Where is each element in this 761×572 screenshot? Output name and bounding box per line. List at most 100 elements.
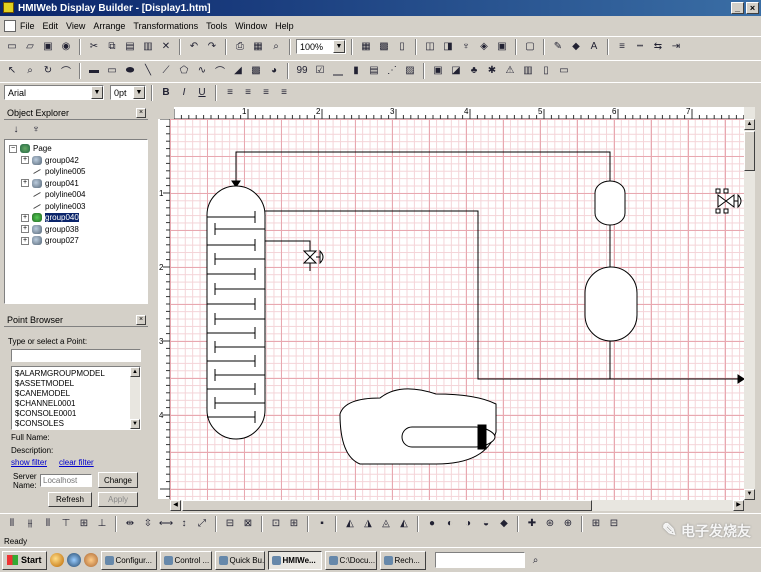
undo-icon[interactable]: ↶ [186,39,202,55]
checkbox-tool-icon[interactable]: ☑ [312,63,328,79]
align-bottoms-icon[interactable]: ⊥ [94,516,110,532]
pie-tool-icon[interactable]: ◢ [230,63,246,79]
align-center-icon[interactable]: ≡ [240,85,256,101]
zoom-select[interactable]: 100% ▼ [296,39,346,54]
taskbar-task[interactable]: Rech... [379,550,426,570]
tree-root-page[interactable]: − Page [9,143,147,155]
arc-tool-icon[interactable]: ⌒ [212,63,228,79]
node-edit-icon[interactable]: ⌒ [58,63,74,79]
document-icon[interactable] [4,19,16,32]
break-icon[interactable]: ◒ [478,516,494,532]
tree-item-group042[interactable]: + group042 [21,155,147,167]
dynamic-icon[interactable]: ⊛ [542,516,558,532]
layout2-icon[interactable]: ⊟ [606,516,622,532]
menu-transformations[interactable]: Transformations [133,21,198,31]
menu-file[interactable]: File [20,21,35,31]
expand-icon[interactable]: + [21,236,29,245]
paste-icon[interactable]: ▤ [122,39,138,55]
ungroup-icon[interactable]: ◐ [442,516,458,532]
italic-button[interactable]: I [176,85,192,101]
tree-item-polyline004[interactable]: polyline004 [21,189,147,201]
point-list-item[interactable]: $CHANNEL0001 [15,399,140,409]
side-draw-pipe[interactable] [265,240,311,257]
collapse-icon[interactable]: − [9,144,17,153]
taskbar-task[interactable]: Configur... [100,550,157,570]
center-vert-icon[interactable]: ⊠ [240,516,256,532]
new-icon[interactable]: ▭ [4,39,20,55]
alarm-icon[interactable]: ✱ [484,63,500,79]
scrollbar-tool-icon[interactable]: ⎽ [330,63,346,79]
paste-special-icon[interactable]: ▥ [140,39,156,55]
taskbar-task[interactable]: HMIWe... [267,550,322,570]
curve-tool-icon[interactable]: ∿ [194,63,210,79]
canvas-vertical-scrollbar[interactable]: ▲ ▼ [744,107,755,500]
object-explorer-icon[interactable]: ♆ [458,39,474,55]
arrow-end-icon[interactable]: ⇥ [668,39,684,55]
minimize-button[interactable]: _ [731,2,744,14]
scroll-up-icon[interactable]: ▲ [744,119,755,130]
apply-button[interactable]: Apply [98,492,138,507]
align-centers-icon[interactable]: ⫵ [22,516,38,532]
overhead-pipe[interactable] [265,210,744,380]
properties-icon[interactable]: ◫ [422,39,438,55]
filter-icon[interactable]: ♆ [28,121,44,137]
menu-arrange[interactable]: Arrange [93,21,125,31]
print-preview-icon[interactable]: ▦ [250,39,266,55]
print-icon[interactable]: ⎙ [232,39,248,55]
tree-item-polyline003[interactable]: polyline003 [21,201,147,213]
same-size-icon[interactable]: ⤢ [194,516,210,532]
menu-tools[interactable]: Tools [206,21,227,31]
scroll-down-icon[interactable]: ▼ [130,419,140,429]
point-list-item[interactable]: $CONSOLES [15,419,140,429]
point-list-item[interactable]: $ASSETMODEL [15,379,140,389]
server-name-input[interactable] [40,474,92,487]
trend-tool-icon[interactable]: ⋰ [384,63,400,79]
expand-icon[interactable]: + [21,179,29,188]
close-icon[interactable]: × [136,314,146,325]
point-input[interactable] [11,349,141,362]
order-front-icon[interactable]: ⊡ [268,516,284,532]
sort-icon[interactable]: ↓ [8,121,24,137]
dynamic-shape-icon[interactable]: ♣ [466,63,482,79]
zoom-icon[interactable]: ⌕ [268,39,284,55]
scroll-thumb[interactable] [744,131,755,171]
event-icon[interactable]: ⚠ [502,63,518,79]
space-horiz-icon[interactable]: ⇹ [122,516,138,532]
align-tops-icon[interactable]: ⊤ [58,516,74,532]
point-list-item[interactable]: $ALARMGROUPMODEL [15,369,140,379]
change-button[interactable]: Change [98,472,138,488]
control-valve[interactable] [302,249,324,271]
justify-icon[interactable]: ≡ [276,85,292,101]
scroll-down-icon[interactable]: ▼ [744,489,755,500]
ellipse-tool-icon[interactable]: ⬬ [122,63,138,79]
image-tool-icon[interactable]: ▩ [248,63,264,79]
cut-icon[interactable]: ✂ [86,39,102,55]
text-color-icon[interactable]: A [586,39,602,55]
publish-icon[interactable]: ◉ [58,39,74,55]
tree-item-group041[interactable]: + group041 [21,178,147,190]
separator-vessel[interactable] [584,266,638,342]
same-width-icon[interactable]: ⟷ [158,516,174,532]
indicator-icon[interactable]: ▮ [348,63,364,79]
layout-icon[interactable]: ⊞ [588,516,604,532]
font-select[interactable]: Arial ▼ [4,85,104,100]
scroll-right-icon[interactable]: ▶ [733,500,744,511]
fill-color-icon[interactable]: ◆ [568,39,584,55]
center-horiz-icon[interactable]: ⊟ [222,516,238,532]
refresh-button[interactable]: Refresh [48,492,92,507]
canvas-horizontal-scrollbar[interactable]: ◀ ▶ [170,500,744,511]
menu-edit[interactable]: Edit [43,21,59,31]
magnify-icon[interactable]: ⌕ [22,63,38,79]
point-list[interactable]: $ALARMGROUPMODEL $ASSETMODEL $CANEMODEL $CH… [11,366,141,430]
taskbar-task[interactable]: C:\Docu... [324,550,377,570]
point-list-scrollbar[interactable]: ▲ ▼ [130,367,140,429]
close-icon[interactable]: × [136,107,146,118]
space-vert-icon[interactable]: ⇳ [140,516,156,532]
snap-icon[interactable]: ▩ [376,39,392,55]
show-filter-link[interactable]: show filter [11,458,47,467]
tree-item-polyline005[interactable]: polyline005 [21,166,147,178]
combo-tool-icon[interactable]: ▤ [366,63,382,79]
align-left-icon[interactable]: ≡ [222,85,238,101]
alphanumeric-icon[interactable]: 99 [294,63,310,79]
select-icon[interactable]: ↖ [4,63,20,79]
